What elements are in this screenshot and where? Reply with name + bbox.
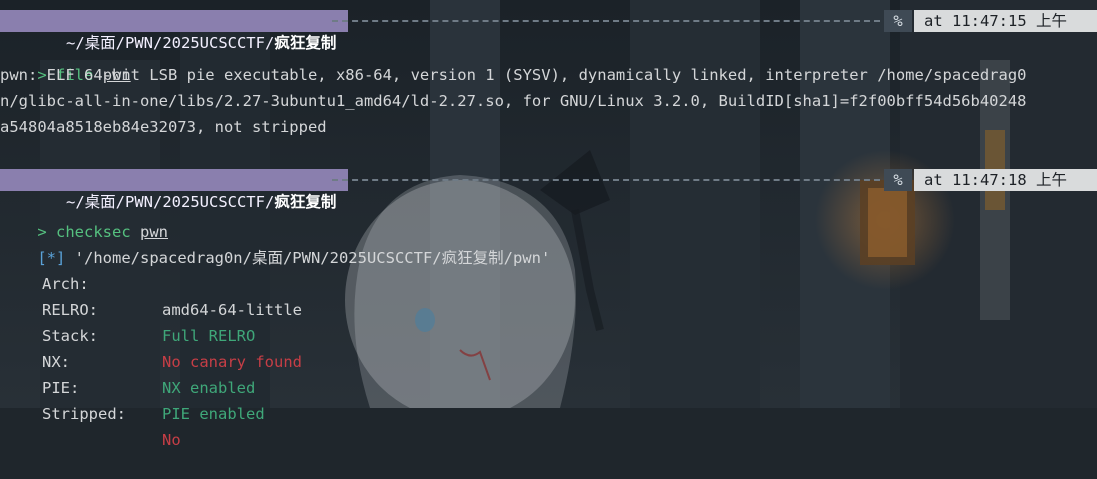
output-line: n/glibc-all-in-one/libs/2.27-3ubuntu1_am…: [0, 92, 1027, 110]
checksec-row: Stripped: No: [0, 375, 1097, 449]
checksec-value: PIE enabled: [162, 405, 265, 423]
checksec-header: [*] '/home/spacedrag0n/桌面/PWN/2025UCSCCT…: [0, 219, 1097, 267]
prompt-separator: [332, 20, 880, 22]
prompt-path-segment: ~/桌面/PWN/2025UCSCCTF/疯狂复制: [0, 10, 349, 52]
checksec-row: RELRO: Full RELRO: [0, 271, 1097, 345]
command-line: > checksec pwn: [0, 193, 1097, 241]
prompt-shell-indicator: %: [884, 169, 912, 191]
command-line: > file pwn: [0, 36, 1097, 84]
checksec-value: No: [162, 431, 181, 449]
prompt-bar: ~/桌面/PWN/2025UCSCCTF/疯狂复制 % at 11:47:15 …: [0, 10, 1097, 52]
checksec-label: Stripped:: [42, 405, 126, 423]
terminal-window[interactable]: ~/桌面/PWN/2025UCSCCTF/疯狂复制 % at 11:47:15 …: [0, 0, 1097, 449]
prompt-timestamp: at 11:47:18 上午: [914, 169, 1097, 191]
checksec-row: PIE: PIE enabled: [0, 349, 1097, 423]
output-line: a54804a8518eb84e32073, not stripped: [0, 118, 327, 136]
checksec-row: NX: NX enabled: [0, 323, 1097, 397]
checksec-row: Stack: No canary found: [0, 297, 1097, 371]
checksec-row: Arch: amd64-64-little: [0, 245, 1097, 319]
output-line: pwn: ELF 64-bit LSB pie executable, x86-…: [0, 66, 1027, 84]
prompt-path-segment: ~/桌面/PWN/2025UCSCCTF/疯狂复制: [0, 169, 349, 211]
prompt-shell-indicator: %: [884, 10, 912, 32]
prompt-timestamp: at 11:47:15 上午: [914, 10, 1097, 32]
prompt-bar: ~/桌面/PWN/2025UCSCCTF/疯狂复制 % at 11:47:18 …: [0, 169, 1097, 211]
prompt-separator: [332, 179, 880, 181]
